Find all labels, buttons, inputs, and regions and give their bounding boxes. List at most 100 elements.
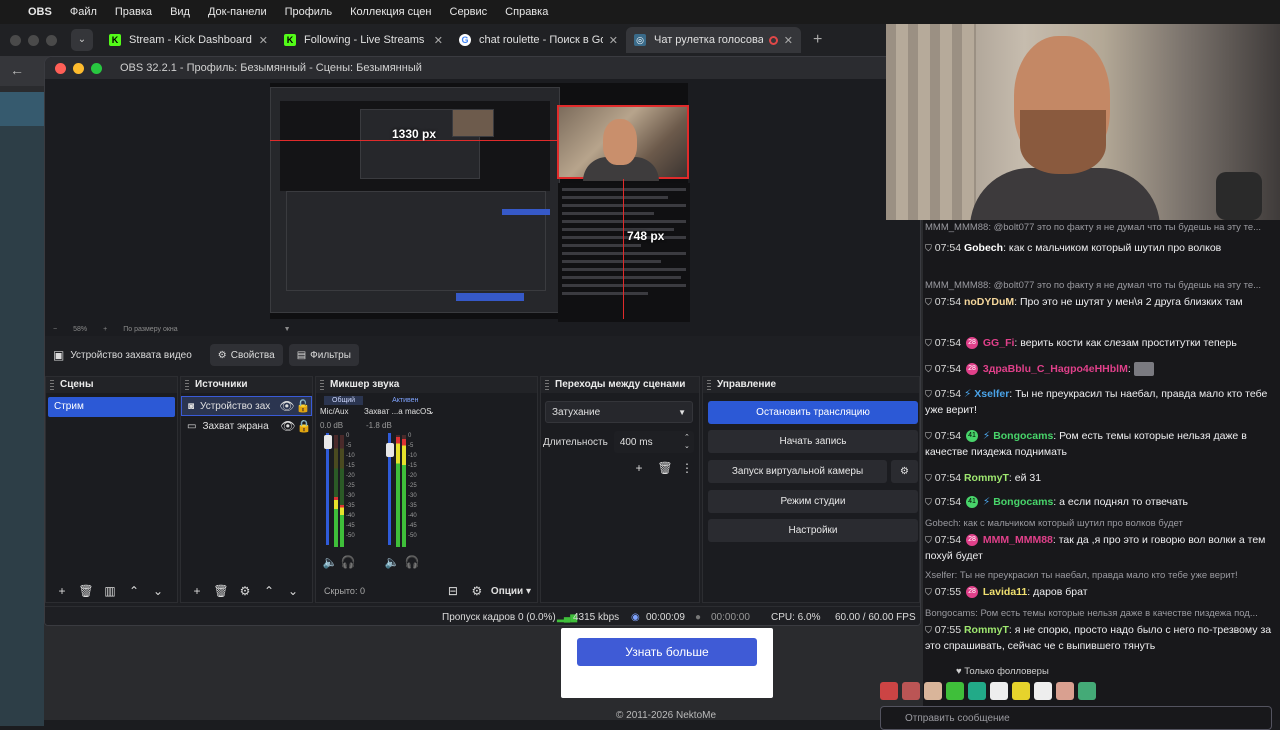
chat-message[interactable]: ⛉ 07:54 Gobech: как с мальчиком который ш… (923, 240, 1280, 256)
remove-source-icon[interactable]: 🗑 (211, 582, 231, 600)
obs-preview[interactable]: 1330 px 748 px (45, 79, 920, 323)
chat-username[interactable]: Xselfer (974, 388, 1009, 400)
eye-icon[interactable]: 👁 (280, 417, 296, 435)
emote-icon[interactable] (902, 682, 920, 700)
advanced-audio-icon[interactable]: ⚙ (467, 582, 487, 600)
settings-button[interactable]: Настройки (708, 519, 918, 542)
chat-username[interactable]: RommyT (964, 472, 1009, 484)
emote-icon[interactable] (990, 682, 1008, 700)
source-item-screen-capture[interactable]: ▭ Захват экрана 👁 🔒 (181, 416, 312, 436)
menu-help[interactable]: Справка (505, 6, 548, 18)
unlock-icon[interactable]: 🔓 (295, 397, 311, 415)
move-up-icon[interactable]: ⌃ (124, 582, 144, 600)
chat-username[interactable]: Bongocams (993, 430, 1053, 442)
chat-username[interactable]: MMM_MMM88 (983, 534, 1053, 546)
start-virtual-camera-button[interactable]: Запуск виртуальной камеры (708, 460, 887, 483)
menu-docks[interactable]: Док-панели (208, 6, 267, 18)
transition-type-select[interactable]: Затухание ▼ (545, 401, 693, 423)
remove-transition-icon[interactable]: 🗑 (655, 459, 675, 477)
menu-view[interactable]: Вид (170, 6, 190, 18)
more-vertical-icon[interactable]: ⋮ (681, 459, 693, 477)
chat-username[interactable]: GG_Fi (983, 337, 1015, 349)
new-tab-icon[interactable]: + (813, 31, 822, 49)
chat-username[interactable]: RommyT (964, 624, 1009, 636)
zoom-fit-select[interactable]: По размеру окна (123, 326, 177, 333)
add-transition-icon[interactable]: + (629, 459, 649, 477)
chat-message[interactable]: ⛉ 07:55 28 Lavida11: даров брат (923, 584, 1280, 600)
menu-tools[interactable]: Сервис (450, 6, 488, 18)
emote-icon[interactable] (1056, 682, 1074, 700)
chat-username[interactable]: noDYDuM (964, 296, 1014, 308)
remove-scene-icon[interactable]: 🗑 (76, 582, 96, 600)
speaker-icon[interactable]: 🔈 (382, 553, 402, 571)
channel-1-fader[interactable] (326, 433, 329, 545)
close-window-icon[interactable] (55, 62, 66, 74)
chat-username[interactable]: Gobech (964, 242, 1003, 254)
eye-icon[interactable]: 👁 (279, 397, 295, 415)
emote-icon[interactable] (946, 682, 964, 700)
chat-message[interactable]: ⛉ 07:54 ⚡ Xselfer: Ты не преукрасил ты на… (923, 386, 1280, 418)
chat-message[interactable]: ⛉ 07:54 41 ⚡ Bongocams: а если поднял то … (923, 494, 1280, 510)
close-icon[interactable]: ✕ (259, 34, 268, 47)
menu-scene-collection[interactable]: Коллекция сцен (350, 6, 431, 18)
chevron-down-icon[interactable]: ⌄ (428, 407, 435, 416)
chat-message[interactable]: ⛉ 07:54 noDYDuM: Про это не шутят у мен\я… (923, 294, 1280, 310)
stop-streaming-button[interactable]: Остановить трансляцию (708, 401, 918, 424)
mixer-tab-all[interactable]: Общий (324, 396, 364, 405)
speaker-icon[interactable]: 🔈 (320, 553, 340, 571)
close-icon[interactable]: ✕ (434, 34, 443, 47)
source-settings-icon[interactable]: ⚙ (235, 582, 255, 600)
move-down-icon[interactable]: ⌄ (148, 582, 168, 600)
add-scene-icon[interactable]: + (52, 582, 72, 600)
emote-icon[interactable] (1012, 682, 1030, 700)
chat-message[interactable]: ⛉ 07:54 28 MMM_MMM88: так да ,я про это и… (923, 532, 1280, 564)
add-source-icon[interactable]: + (187, 582, 207, 600)
minimize-window-icon[interactable] (73, 62, 84, 74)
channel-2-fader-knob[interactable] (386, 443, 394, 457)
spin-arrows-icon[interactable]: ⌃ ⌄ (684, 433, 690, 451)
move-up-icon[interactable]: ⌃ (259, 582, 279, 600)
start-recording-button[interactable]: Начать запись (708, 430, 918, 453)
zoom-out-icon[interactable]: − (53, 326, 57, 333)
emote-icon[interactable] (968, 682, 986, 700)
menu-app-name[interactable]: OBS (28, 6, 52, 18)
close-icon[interactable]: ✕ (784, 34, 793, 47)
studio-mode-button[interactable]: Режим студии (708, 490, 918, 513)
move-down-icon[interactable]: ⌄ (283, 582, 303, 600)
tab-kick-following[interactable]: K Following - Live Streams on Kick ✕ (276, 27, 451, 53)
maximize-window-icon[interactable] (91, 62, 102, 74)
virtual-camera-settings-button[interactable]: ⚙ (891, 460, 918, 483)
tab-search-button[interactable]: ⌄ (71, 29, 93, 51)
properties-button[interactable]: ⚙ Свойства (209, 344, 283, 366)
source-item-video-capture[interactable]: ◙ Устройство зах 👁 🔓 (181, 396, 312, 416)
headphones-icon[interactable]: 🎧 (338, 553, 358, 571)
duration-spinbox[interactable]: 400 ms ⌃ ⌄ (613, 431, 694, 453)
emote-icon[interactable] (924, 682, 942, 700)
tab-kick-dashboard[interactable]: K Stream - Kick Dashboard ✕ (101, 27, 276, 53)
emote-icon[interactable] (1034, 682, 1052, 700)
menu-profile[interactable]: Профиль (285, 6, 333, 18)
close-icon[interactable]: ✕ (609, 34, 618, 47)
layout-icon[interactable]: ⊟ (443, 582, 463, 600)
channel-1-fader-knob[interactable] (324, 435, 332, 449)
headphones-icon[interactable]: 🎧 (402, 553, 422, 571)
emote-icon[interactable] (880, 682, 898, 700)
chat-input[interactable]: Отправить сообщение (880, 706, 1272, 730)
obs-window-controls[interactable] (55, 62, 102, 74)
mixer-options-button[interactable]: Опции ▾ (491, 586, 531, 597)
chat-message[interactable]: ⛉ 07:54 RommyT: ей 31 (923, 470, 1280, 486)
chat-message[interactable]: ⛉ 07:54 28 GG_Fi: верить кости как слезам… (923, 335, 1280, 351)
chat-message[interactable]: ⛉ 07:55 RommyT: я не спорю, просто надо б… (923, 622, 1280, 654)
menu-edit[interactable]: Правка (115, 6, 152, 18)
scene-item[interactable]: Стрим (48, 397, 175, 417)
tab-chat-roulette[interactable]: ◎ Чат рулетка голосовая ✕ (626, 27, 801, 53)
zoom-in-icon[interactable]: + (103, 326, 107, 333)
emote-icon[interactable] (1078, 682, 1096, 700)
selected-camera-source[interactable] (557, 105, 689, 181)
tab-google-search[interactable]: G chat roulette - Поиск в Google ✕ (451, 27, 626, 53)
menu-file[interactable]: Файл (70, 6, 97, 18)
filters-button[interactable]: ▤ Фильтры (288, 344, 359, 366)
back-arrow-icon[interactable]: ← (10, 62, 24, 78)
chat-username[interactable]: Bongocams (993, 496, 1053, 508)
mixer-tab-active[interactable]: Активен (384, 396, 426, 405)
